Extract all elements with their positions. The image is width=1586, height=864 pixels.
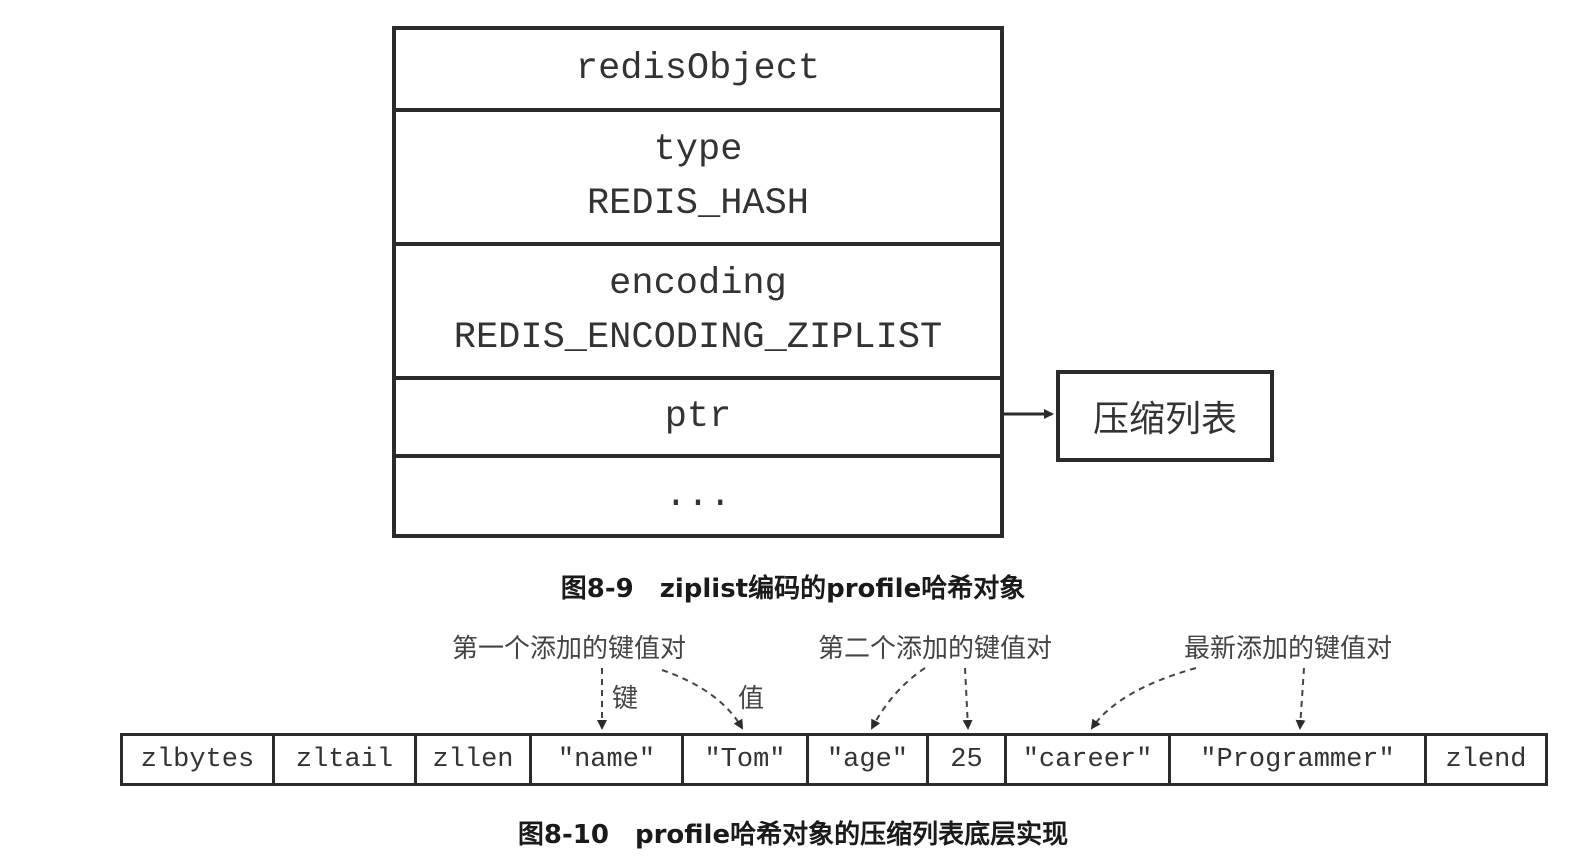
value-pointer-arrow [661, 669, 744, 730]
newest-key-pointer-arrow [1090, 667, 1197, 730]
connector-arrows [597, 409, 1306, 730]
second-key-pointer-arrow [871, 667, 926, 730]
newest-value-pointer-arrow [1295, 667, 1306, 730]
second-value-pointer-arrow [962, 667, 973, 730]
